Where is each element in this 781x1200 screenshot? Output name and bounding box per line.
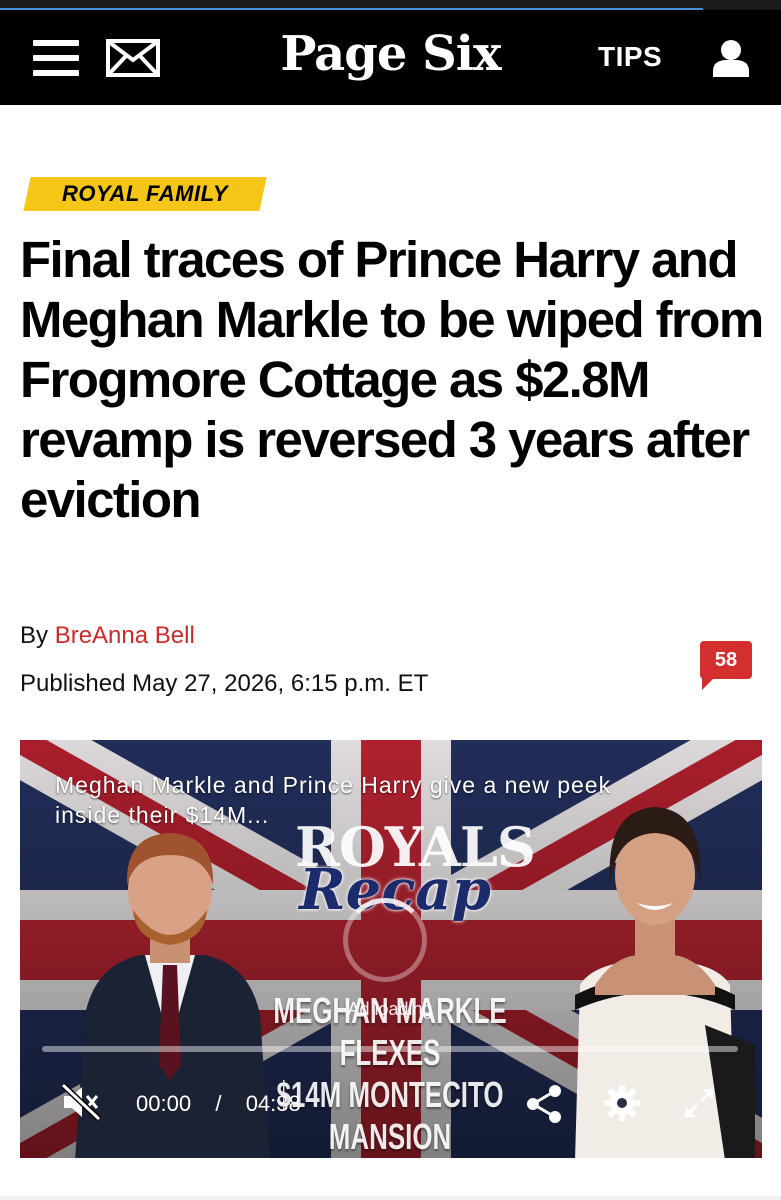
article-headline: Final traces of Prince Harry and Meghan … [20,231,764,528]
gear-icon[interactable] [603,1084,641,1122]
user-silhouette-icon[interactable] [711,39,751,77]
byline: By BreAnna Bell [20,620,195,652]
video-time-display: 00:00 / 04:38 [136,1090,301,1118]
meghan-markle-photo [575,807,755,1158]
section-divider [0,1196,781,1200]
video-time-separator: / [215,1091,222,1116]
loading-spinner-icon [343,898,427,982]
page-load-progress [0,0,781,10]
tips-link[interactable]: TIPS [598,40,662,74]
comment-badge-tail [702,678,714,690]
video-duration: 04:38 [245,1091,301,1116]
video-player[interactable]: Meghan Markle and Prince Harry give a ne… [20,740,762,1158]
page-six-logo[interactable]: Page Six [0,24,781,84]
published-date: Published May 27, 2026, 6:15 p.m. ET [20,670,429,697]
top-navigation-bar: Page Six TIPS [0,10,781,105]
category-tag[interactable]: ROYAL FAMILY [23,177,267,211]
category-tag-label[interactable]: ROYAL FAMILY [27,177,263,211]
share-icon[interactable] [525,1084,563,1124]
video-seek-bar[interactable] [42,1046,738,1052]
video-current-time: 00:00 [136,1091,192,1116]
muted-speaker-icon[interactable] [60,1082,102,1122]
byline-prefix: By [20,622,49,649]
comment-count-badge[interactable]: 58 [700,641,752,679]
author-link[interactable]: BreAnna Bell [55,622,195,649]
expand-arrows-icon[interactable] [682,1086,716,1120]
video-thumbnail-headline-line2: $14M MONTECITO MANSION [276,1074,504,1157]
ad-loading-status: Ad loading [347,999,433,1019]
